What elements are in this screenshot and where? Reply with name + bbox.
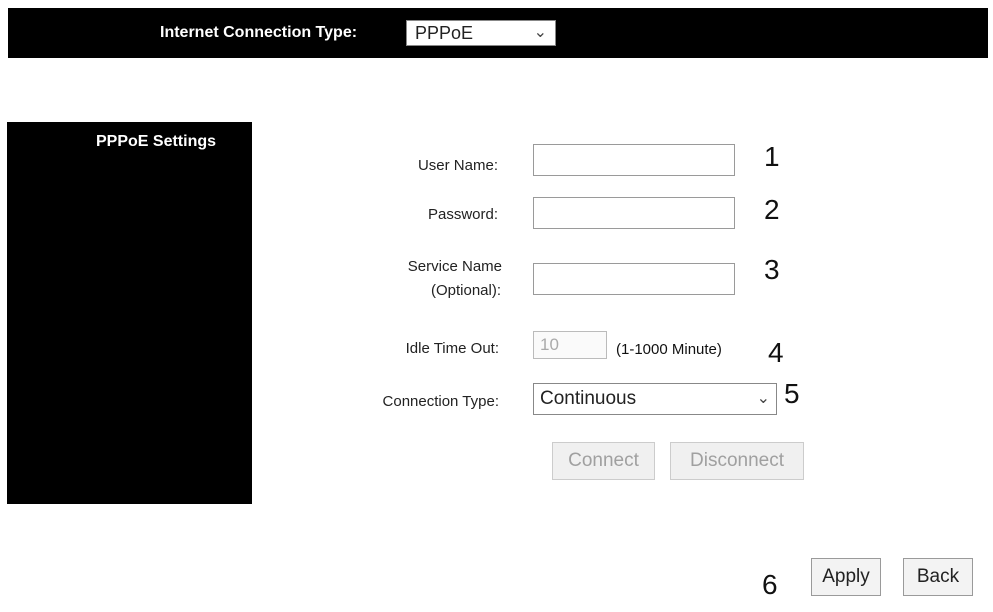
internet-connection-type-select[interactable]: PPPoE ⌄ <box>406 20 556 46</box>
service-name-input[interactable] <box>533 263 735 295</box>
idle-time-out-unit: (1-1000 Minute) <box>616 341 722 358</box>
user-name-input[interactable] <box>533 144 735 176</box>
connection-type-value: Continuous <box>540 388 637 409</box>
chevron-down-icon: ⌄ <box>533 24 547 41</box>
service-name-label-line2: (Optional): <box>430 282 501 299</box>
idle-time-out-input[interactable]: 10 <box>533 331 607 359</box>
annotation-4: 4 <box>768 337 784 368</box>
pppoe-settings-title: PPPoE Settings <box>96 133 217 150</box>
side-panel <box>7 122 252 504</box>
chevron-down-icon: ⌄ <box>756 390 770 407</box>
password-label: Password: <box>427 206 498 223</box>
connection-type-label: Connection Type: <box>382 393 499 410</box>
connect-button[interactable]: Connect <box>552 442 655 480</box>
annotation-1: 1 <box>764 141 780 172</box>
internet-connection-type-label: Internet Connection Type: <box>160 24 358 41</box>
password-input[interactable] <box>533 197 735 229</box>
annotation-3: 3 <box>764 254 780 285</box>
annotation-5: 5 <box>784 378 800 409</box>
back-button[interactable]: Back <box>903 558 973 596</box>
idle-time-out-label: Idle Time Out: <box>405 340 499 357</box>
service-name-label-line1: Service Name <box>407 258 502 275</box>
apply-button[interactable]: Apply <box>811 558 881 596</box>
connection-type-select[interactable]: Continuous ⌄ <box>533 383 777 415</box>
annotation-6: 6 <box>762 569 778 600</box>
disconnect-button[interactable]: Disconnect <box>670 442 804 480</box>
annotation-2: 2 <box>764 194 780 225</box>
internet-connection-type-value: PPPoE <box>415 23 474 43</box>
user-name-label: User Name: <box>417 157 498 174</box>
